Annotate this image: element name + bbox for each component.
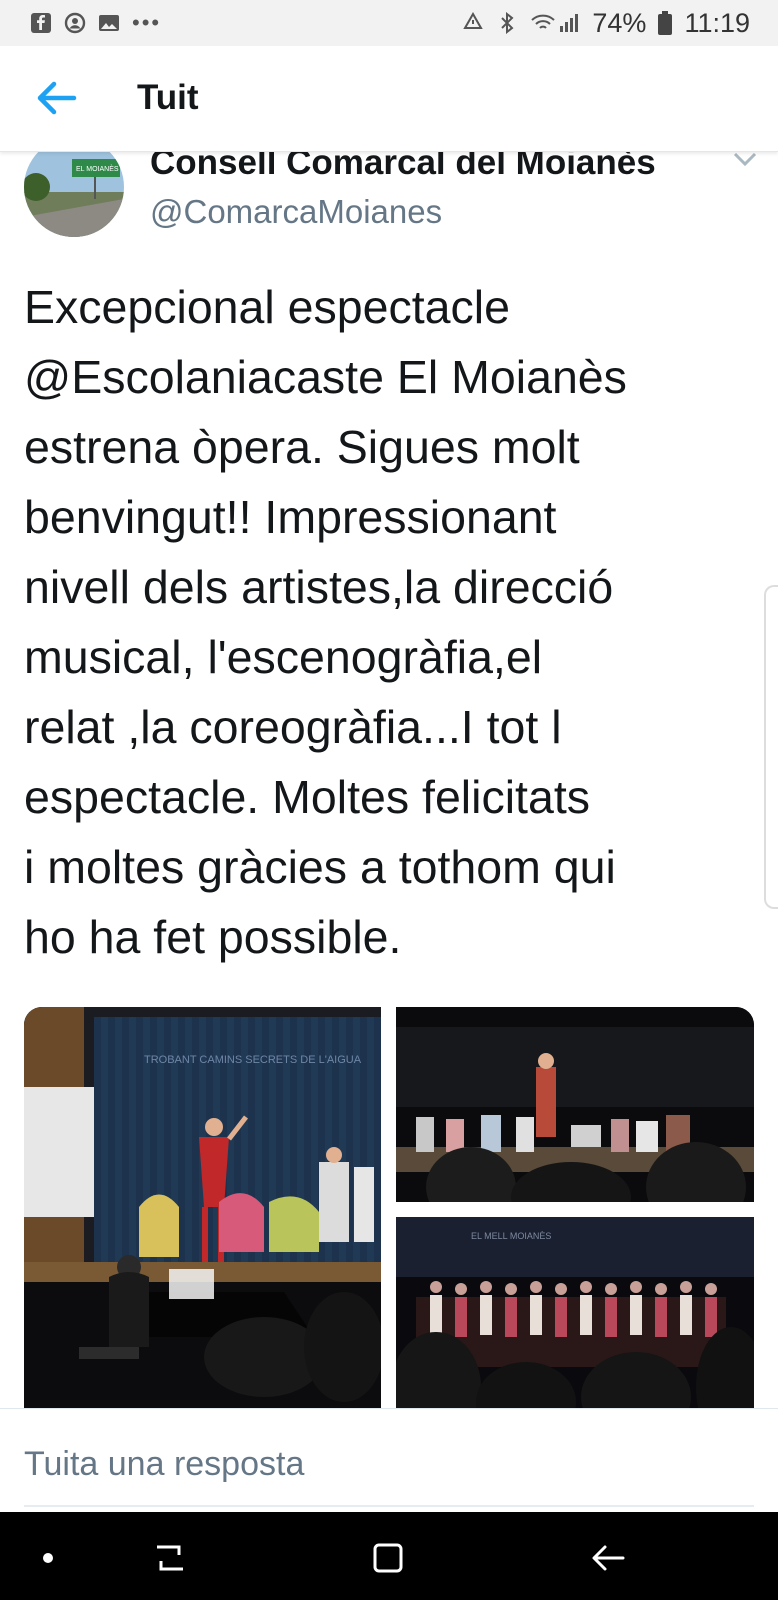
app-bar: Tuit: [0, 46, 778, 152]
page-title: Tuit: [137, 78, 199, 117]
recent-apps-icon[interactable]: [150, 1538, 190, 1578]
avatar-sign: EL MOIANÈS: [76, 164, 119, 173]
battery-percent: 74%: [592, 7, 647, 38]
battery-icon: [658, 11, 673, 35]
instagram-icon: [64, 12, 86, 34]
reply-underline: [24, 1505, 754, 1507]
tweet-text-line: i moltes gràcies a tothom qui: [24, 841, 616, 893]
tweet-text-line: nivell dels artistes,la direcció: [24, 561, 614, 613]
status-bar: ••• 74% 11:19: [0, 0, 778, 46]
chevron-down-icon[interactable]: [732, 151, 758, 167]
tweet-text-line: estrena òpera. Sigues molt: [24, 421, 580, 473]
author-name[interactable]: Consell Comarcal del Moianès: [150, 151, 656, 183]
scroll-edge-indicator: [764, 585, 778, 909]
clock: 11:19: [684, 7, 750, 38]
tweet-text-line: espectacle. Moltes felicitats: [24, 771, 590, 823]
tweet-photo-2[interactable]: [396, 1007, 754, 1202]
tweet-text-line: relat ,la coreogràfia...I tot l: [24, 701, 562, 753]
tweet-text-line: Excepcional espectacle: [24, 281, 510, 333]
facebook-icon: [30, 12, 52, 34]
tweet-photo-1[interactable]: TROBANT CAMINS SECRETS DE L'AIGUA: [24, 1007, 381, 1408]
arrow-left-icon: [37, 81, 77, 115]
sync-icon: [462, 12, 484, 34]
tweet-text-line[interactable]: @Escolaniacaste El Moianès: [24, 342, 764, 412]
reply-bar[interactable]: Tuita una resposta: [0, 1408, 778, 1513]
tweet-text: Excepcional espectacle @Escolaniacaste E…: [24, 272, 764, 972]
tweet-detail: EL MOIANÈS Consell Comarcal del Moianès …: [0, 151, 778, 1408]
stage-backdrop-text: EL MELL MOIANÈS: [471, 1231, 551, 1241]
more-dots-icon: •••: [132, 10, 162, 35]
bluetooth-icon: [496, 12, 518, 34]
stage-backdrop-text: TROBANT CAMINS SECRETS DE L'AIGUA: [144, 1054, 362, 1066]
home-square-icon[interactable]: [368, 1538, 408, 1578]
wifi-signal-icon: [530, 12, 580, 34]
back-icon[interactable]: [588, 1538, 628, 1578]
system-nav-bar: [0, 1512, 778, 1600]
dot-icon[interactable]: [28, 1538, 68, 1578]
avatar[interactable]: EL MOIANÈS: [24, 151, 124, 237]
tweet-text-line: musical, l'escenogràfia,el: [24, 631, 543, 683]
gallery-icon: [98, 12, 120, 34]
author-handle[interactable]: @ComarcaMoianes: [150, 193, 442, 231]
tweet-text-line: ho ha fet possible.: [24, 911, 402, 963]
reply-input[interactable]: Tuita una resposta: [24, 1445, 304, 1484]
tweet-photo-3[interactable]: EL MELL MOIANÈS: [396, 1217, 754, 1408]
back-button[interactable]: [34, 80, 78, 116]
tweet-text-line: benvingut!! Impressionant: [24, 491, 557, 543]
